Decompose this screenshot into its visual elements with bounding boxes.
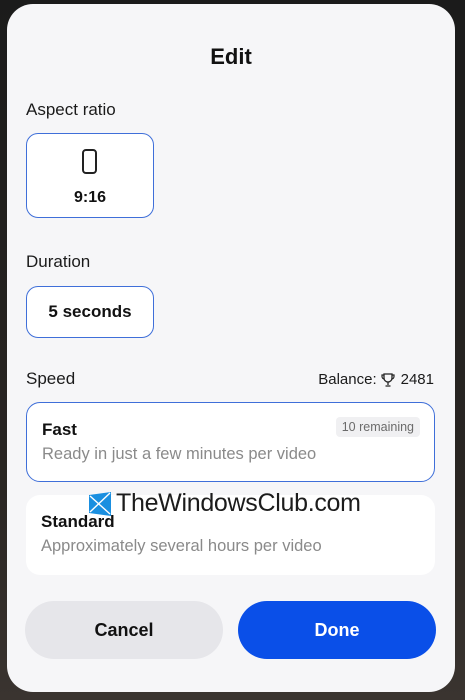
balance-indicator: Balance: 2481	[318, 371, 434, 388]
balance-label: Balance:	[318, 371, 377, 388]
speed-option-description: Ready in just a few minutes per video	[42, 445, 317, 463]
speed-option-title: Fast	[42, 420, 77, 439]
done-button-label: Done	[314, 619, 360, 640]
dialog-title: Edit	[210, 44, 252, 69]
edit-dialog: Edit Aspect ratio 9:16 Duration 5 second…	[7, 4, 455, 692]
speed-option-title: Standard	[41, 512, 115, 531]
duration-value: 5 seconds	[48, 302, 132, 321]
cancel-button-label: Cancel	[94, 619, 154, 640]
speed-label: Speed	[26, 369, 76, 388]
phone-portrait-icon	[82, 149, 97, 174]
speed-option-standard[interactable]: Standard Approximately several hours per…	[26, 495, 435, 575]
aspect-ratio-label: Aspect ratio	[26, 100, 116, 119]
balance-value: 2481	[400, 371, 434, 388]
cancel-button[interactable]: Cancel	[25, 601, 223, 659]
speed-option-fast[interactable]: Fast 10 remaining Ready in just a few mi…	[26, 402, 435, 482]
done-button[interactable]: Done	[238, 601, 436, 659]
trophy-icon	[381, 372, 395, 387]
duration-label: Duration	[26, 252, 91, 271]
aspect-ratio-value: 9:16	[73, 189, 107, 206]
aspect-ratio-option-9-16[interactable]: 9:16	[26, 133, 154, 218]
speed-option-description: Approximately several hours per video	[41, 537, 322, 555]
remaining-badge: 10 remaining	[335, 417, 420, 437]
duration-option-5-seconds[interactable]: 5 seconds	[26, 286, 154, 338]
